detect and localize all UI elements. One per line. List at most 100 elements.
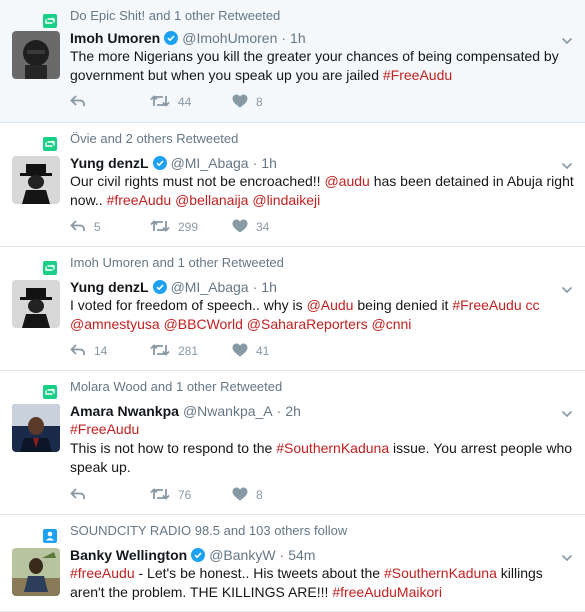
hashtag-link[interactable]: #freeAudu (70, 565, 135, 581)
tweet-time[interactable]: 2h (285, 403, 301, 419)
tweet-actions: 76 8 (70, 485, 302, 505)
heart-icon (232, 219, 248, 236)
timeline: Do Epic Shit! and 1 other Retweeted Imoh… (0, 0, 585, 612)
avatar[interactable] (12, 31, 60, 79)
like-button[interactable]: 8 (232, 94, 302, 111)
separator: · (252, 155, 258, 171)
mention-link[interactable]: @BBCWorld (164, 316, 243, 332)
mention-link[interactable]: @SaharaReporters (247, 316, 368, 332)
like-button[interactable]: 34 (232, 219, 302, 236)
chevron-down-icon[interactable] (561, 551, 573, 563)
tweet-time[interactable]: 1h (261, 155, 277, 171)
reply-button[interactable]: 5 (70, 219, 150, 236)
like-button[interactable]: 8 (232, 487, 302, 504)
separator: · (252, 279, 258, 295)
heart-icon (232, 343, 248, 360)
chevron-down-icon[interactable] (561, 407, 573, 419)
mention-link[interactable]: @amnestyusa (70, 316, 160, 332)
tweet[interactable]: Molara Wood and 1 other Retweeted Amara … (0, 371, 585, 515)
mention-link[interactable]: @cnni (372, 316, 412, 332)
context-text[interactable]: Övie and 2 others Retweeted (70, 131, 238, 146)
context-text[interactable]: SOUNDCITY RADIO 98.5 and 103 others foll… (70, 523, 347, 538)
reply-button[interactable] (70, 94, 150, 111)
tweet[interactable]: Övie and 2 others Retweeted Yung denzL @… (0, 123, 585, 247)
tweet-context: Do Epic Shit! and 1 other Retweeted (43, 6, 280, 28)
avatar[interactable] (12, 548, 60, 596)
tweet-text: The more Nigerians you kill the greater … (70, 47, 575, 85)
context-text[interactable]: Do Epic Shit! and 1 other Retweeted (70, 8, 280, 23)
tweet-header: Imoh Umoren @ImohUmoren · 1h (70, 28, 306, 48)
mention-link[interactable]: @audu (324, 173, 369, 189)
tweet-context: Imoh Umoren and 1 other Retweeted (43, 253, 284, 275)
tweet-header: Banky Wellington @BankyW · 54m (70, 545, 315, 565)
hashtag-link[interactable]: #FreeAudu (452, 297, 521, 313)
tweet-text: #freeAudu - Let's be honest.. His tweets… (70, 564, 575, 602)
hashtag-link[interactable]: cc (526, 297, 540, 313)
mention-link[interactable]: @Audu (307, 297, 354, 313)
tweet-text-segment: - Let's be honest.. His tweets about the (134, 565, 384, 581)
retweet-button[interactable]: 299 (150, 219, 232, 236)
heart-icon (232, 94, 248, 111)
tweet-text: #FreeAudu This is not how to respond to t… (70, 420, 575, 477)
retweet-button[interactable]: 281 (150, 343, 232, 360)
context-text[interactable]: Molara Wood and 1 other Retweeted (70, 379, 282, 394)
reply-count: 5 (94, 220, 101, 234)
retweet-icon (43, 14, 57, 31)
separator: · (276, 403, 282, 419)
tweet-context: Övie and 2 others Retweeted (43, 129, 238, 151)
retweet-count: 44 (178, 95, 192, 109)
like-button[interactable]: 41 (232, 343, 302, 360)
avatar[interactable] (12, 280, 60, 328)
retweet-action-icon (150, 343, 170, 360)
like-count: 8 (256, 95, 263, 109)
retweet-count: 299 (178, 220, 199, 234)
avatar[interactable] (12, 156, 60, 204)
verified-badge-icon (191, 548, 206, 562)
mention-link[interactable]: @bellanaija (175, 192, 248, 208)
reply-icon (70, 94, 86, 111)
author-name[interactable]: Yung denzL (70, 279, 149, 295)
mention-link[interactable]: @lindaikeji (252, 192, 320, 208)
author-name[interactable]: Amara Nwankpa (70, 403, 179, 419)
hashtag-link[interactable]: #freeAuduMaikori (332, 584, 442, 600)
chevron-down-icon[interactable] (561, 159, 573, 171)
author-name[interactable]: Imoh Umoren (70, 30, 160, 46)
retweet-button[interactable]: 44 (150, 94, 232, 111)
author-handle[interactable]: @Nwankpa_A (183, 403, 273, 419)
reply-icon (70, 487, 86, 504)
tweet[interactable]: SOUNDCITY RADIO 98.5 and 103 others foll… (0, 515, 585, 612)
reply-count: 14 (94, 344, 108, 358)
hashtag-link[interactable]: #SouthernKaduna (276, 440, 389, 456)
chevron-down-icon[interactable] (561, 34, 573, 46)
tweet-actions: 5 299 34 (70, 217, 302, 237)
tweet-context: SOUNDCITY RADIO 98.5 and 103 others foll… (43, 521, 347, 543)
reply-button[interactable]: 14 (70, 343, 150, 360)
retweet-count: 281 (178, 344, 199, 358)
avatar[interactable] (12, 404, 60, 452)
hashtag-link[interactable]: #FreeAudu (383, 67, 452, 83)
like-count: 41 (256, 344, 270, 358)
tweet-time[interactable]: 1h (261, 279, 277, 295)
hashtag-link[interactable]: #FreeAudu (70, 421, 139, 437)
chevron-down-icon[interactable] (561, 283, 573, 295)
author-handle[interactable]: @BankyW (209, 547, 275, 563)
author-handle[interactable]: @MI_Abaga (171, 155, 249, 171)
tweet[interactable]: Imoh Umoren and 1 other Retweeted Yung d… (0, 247, 585, 371)
reply-icon (70, 343, 86, 360)
author-name[interactable]: Yung denzL (70, 155, 149, 171)
author-handle[interactable]: @ImohUmoren (182, 30, 277, 46)
tweet-time[interactable]: 1h (290, 30, 306, 46)
tweet[interactable]: Do Epic Shit! and 1 other Retweeted Imoh… (0, 0, 585, 123)
author-name[interactable]: Banky Wellington (70, 547, 187, 563)
tweet-text: Our civil rights must not be encroached!… (70, 172, 575, 210)
tweet-time[interactable]: 54m (288, 547, 315, 563)
hashtag-link[interactable]: #freeAudu (107, 192, 172, 208)
hashtag-link[interactable]: #SouthernKaduna (384, 565, 497, 581)
separator: · (281, 30, 287, 46)
reply-button[interactable] (70, 487, 150, 504)
context-text[interactable]: Imoh Umoren and 1 other Retweeted (70, 255, 284, 270)
tweet-actions: 14 281 41 (70, 341, 302, 361)
author-handle[interactable]: @MI_Abaga (171, 279, 249, 295)
verified-badge-icon (164, 31, 179, 45)
retweet-button[interactable]: 76 (150, 487, 232, 504)
